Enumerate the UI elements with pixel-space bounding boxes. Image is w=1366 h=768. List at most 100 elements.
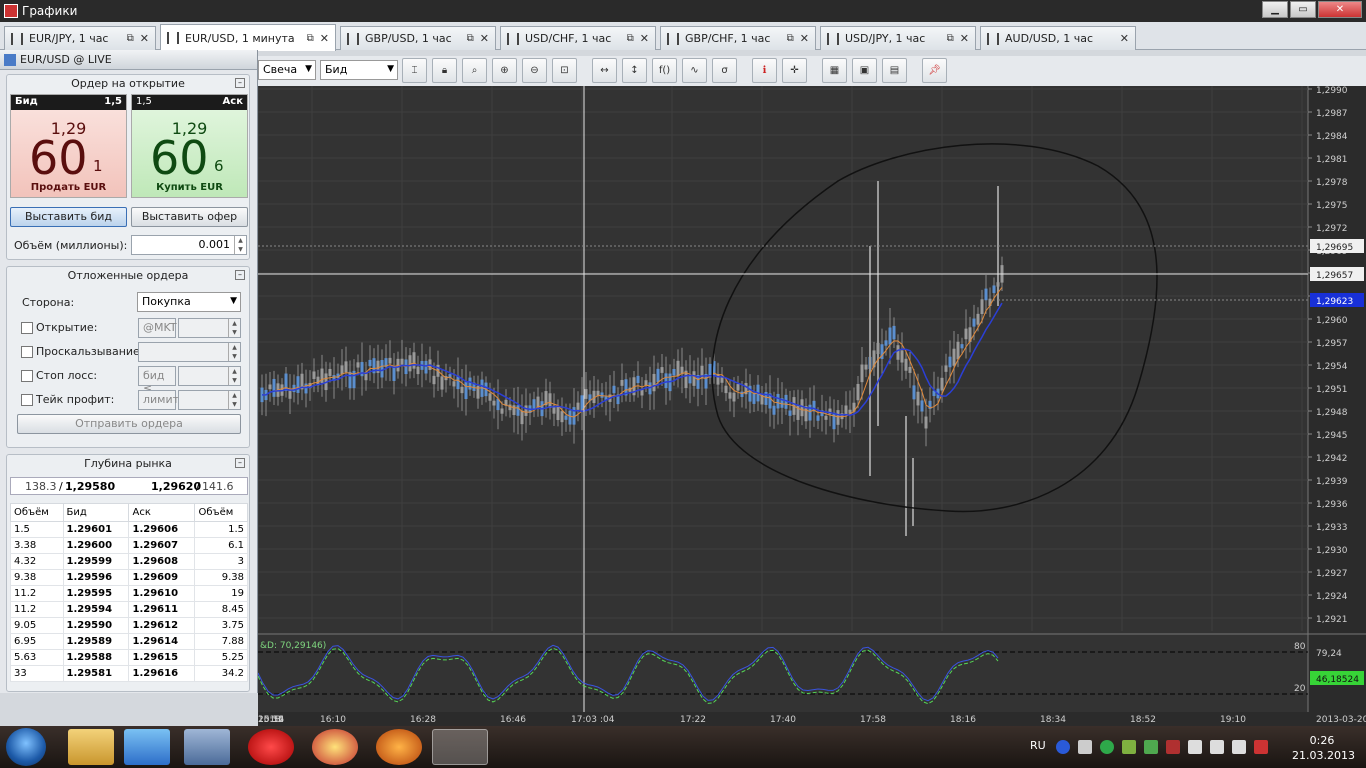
open-mode-field[interactable]: @MKT (138, 318, 177, 338)
popout-icon[interactable]: ⧉ (127, 33, 134, 44)
depth-row[interactable]: 11.2 1.29594 1.29611 8.45 (10, 601, 248, 618)
start-button[interactable] (6, 728, 46, 766)
tab-audusd[interactable]: AUD/USD, 1 час ✕ (980, 26, 1136, 50)
slippage-input[interactable]: ▲ ▼ (138, 342, 241, 362)
popout-icon[interactable]: ⧉ (307, 33, 314, 44)
close-tab-icon[interactable]: ✕ (140, 32, 149, 45)
close-tab-icon[interactable]: ✕ (960, 32, 969, 45)
flag-icon[interactable] (1254, 740, 1268, 754)
depth-row[interactable]: 33 1.29581 1.29616 34.2 (10, 665, 248, 682)
ask-quote-box[interactable]: 1,5 Аск 1,29 60 6 Купить EUR (131, 94, 248, 198)
tab-gbpchf[interactable]: GBP/CHF, 1 час ⧉ ✕ (660, 26, 816, 50)
indicators-icon[interactable]: ∿ (682, 58, 707, 83)
close-tab-icon[interactable]: ✕ (800, 32, 809, 45)
take-mode-field[interactable]: лимит (138, 390, 179, 410)
spinner[interactable]: ▲ ▼ (228, 319, 240, 337)
popout-icon[interactable]: ⧉ (627, 33, 634, 44)
spinner[interactable]: ▲ ▼ (228, 343, 240, 361)
slippage-checkbox[interactable] (21, 346, 33, 358)
zoom-search-icon[interactable]: ⌕ (462, 58, 487, 83)
zoom-fit-icon[interactable]: ⊡ (552, 58, 577, 83)
depth-row[interactable]: 6.95 1.29589 1.29614 7.88 (10, 633, 248, 650)
pin-icon[interactable]: 📌︎ (922, 58, 947, 83)
network-icon[interactable] (1078, 740, 1092, 754)
close-tab-icon[interactable]: ✕ (640, 32, 649, 45)
display-icon[interactable] (1144, 740, 1158, 754)
send-orders-button[interactable]: Отправить ордера (17, 414, 241, 434)
period-icon[interactable]: ⌶ (402, 58, 427, 83)
opera-icon[interactable] (248, 729, 294, 765)
volume-spinner[interactable]: ▲ ▼ (234, 236, 246, 254)
zoom-out-icon[interactable]: ⊖ (522, 58, 547, 83)
tab-eurusd[interactable]: EUR/USD, 1 минута ⧉ ✕ (160, 24, 336, 51)
take-price-input[interactable]: ▲ ▼ (178, 390, 241, 410)
zoom-in-icon[interactable]: ⊕ (492, 58, 517, 83)
remote-desktop-icon[interactable] (184, 729, 230, 765)
depth-row[interactable]: 9.05 1.29590 1.29612 3.75 (10, 617, 248, 634)
firefox-icon[interactable] (376, 729, 422, 765)
close-button[interactable]: ✕ (1318, 1, 1362, 18)
language-indicator[interactable]: RU (1030, 739, 1046, 752)
explorer-icon[interactable] (68, 729, 114, 765)
open-price-input[interactable]: ▲ ▼ (178, 318, 241, 338)
depth-row[interactable]: 9.38 1.29596 1.29609 9.38 (10, 569, 248, 586)
depth-row[interactable]: 5.63 1.29588 1.29615 5.25 (10, 649, 248, 666)
scroll-vertical-icon[interactable]: ↕ (622, 58, 647, 83)
minimize-button[interactable]: ▁ (1262, 1, 1288, 18)
security-icon[interactable] (1166, 740, 1180, 754)
print-icon[interactable]: ▤ (882, 58, 907, 83)
usb-icon[interactable] (1188, 740, 1202, 754)
price-type-select[interactable]: Бид ▼ (320, 60, 398, 80)
crosshair-icon[interactable]: ✛ (782, 58, 807, 83)
popout-icon[interactable]: ⧉ (467, 33, 474, 44)
collapse-icon[interactable]: – (235, 270, 245, 280)
collapse-icon[interactable]: – (235, 78, 245, 88)
stop-price-input[interactable]: ▲ ▼ (178, 366, 241, 386)
torrent-icon[interactable] (1100, 740, 1114, 754)
open-checkbox[interactable] (21, 322, 33, 334)
spinner[interactable]: ▲ ▼ (228, 391, 240, 409)
popout-icon[interactable]: ⧉ (787, 33, 794, 44)
close-tab-icon[interactable]: ✕ (480, 32, 489, 45)
place-offer-button[interactable]: Выставить офер (131, 207, 248, 227)
bid-quote-box[interactable]: Бид 1,5 1,29 60 1 Продать EUR (10, 94, 127, 198)
collapse-icon[interactable]: – (235, 458, 245, 468)
price-chart[interactable]: 1,2990 1,2987 1,2984 1,2981 1,2978 1,2975 1,29… (258, 86, 1366, 726)
stop-loss-checkbox[interactable] (21, 370, 33, 382)
stop-mode-field[interactable]: бид ≤ (138, 366, 176, 395)
place-bid-button[interactable]: Выставить бид (10, 207, 127, 227)
trading-app-icon[interactable] (432, 729, 488, 765)
clock[interactable]: 0:26 21.03.2013 (1292, 733, 1355, 763)
spinner[interactable]: ▲ ▼ (228, 367, 240, 385)
save-icon[interactable]: ▣ (852, 58, 877, 83)
side-select[interactable]: Покупка ▼ (137, 292, 241, 312)
tab-usdchf[interactable]: USD/CHF, 1 час ⧉ ✕ (500, 26, 656, 50)
volume-input[interactable]: 0.001 ▲ ▼ (131, 235, 247, 255)
chart-type-select[interactable]: Свеча ▼ (258, 60, 316, 80)
help-icon[interactable] (1056, 740, 1070, 754)
app-icon[interactable] (312, 729, 358, 765)
depth-row[interactable]: 4.32 1.29599 1.29608 3 (10, 553, 248, 570)
popout-icon[interactable]: ⧉ (947, 33, 954, 44)
media-player-icon[interactable] (124, 729, 170, 765)
functions-icon[interactable]: f() (652, 58, 677, 83)
lock-icon[interactable]: 🔒︎ (432, 58, 457, 83)
tab-usdjpy[interactable]: USD/JPY, 1 час ⧉ ✕ (820, 26, 976, 50)
tab-eurjpy[interactable]: EUR/JPY, 1 час ⧉ ✕ (4, 26, 156, 50)
maximize-button[interactable]: ▭ (1290, 1, 1316, 18)
speaker-icon[interactable] (1232, 740, 1246, 754)
scroll-horizontal-icon[interactable]: ↔ (592, 58, 617, 83)
depth-row[interactable]: 1.5 1.29601 1.29606 1.5 (10, 521, 248, 538)
monitor-icon[interactable] (1210, 740, 1224, 754)
grid-icon[interactable]: ▦ (822, 58, 847, 83)
close-tab-icon[interactable]: ✕ (1120, 32, 1129, 45)
chart-canvas[interactable]: 1,2990 1,2987 1,2984 1,2981 1,2978 1,2975 1,29… (258, 86, 1366, 726)
stats-icon[interactable]: σ (712, 58, 737, 83)
tab-gbpusd[interactable]: GBP/USD, 1 час ⧉ ✕ (340, 26, 496, 50)
info-icon[interactable]: ℹ (752, 58, 777, 83)
depth-row[interactable]: 3.38 1.29600 1.29607 6.1 (10, 537, 248, 554)
take-profit-checkbox[interactable] (21, 394, 33, 406)
depth-row[interactable]: 11.2 1.29595 1.29610 19 (10, 585, 248, 602)
nvidia-icon[interactable] (1122, 740, 1136, 754)
close-tab-icon[interactable]: ✕ (320, 32, 329, 45)
